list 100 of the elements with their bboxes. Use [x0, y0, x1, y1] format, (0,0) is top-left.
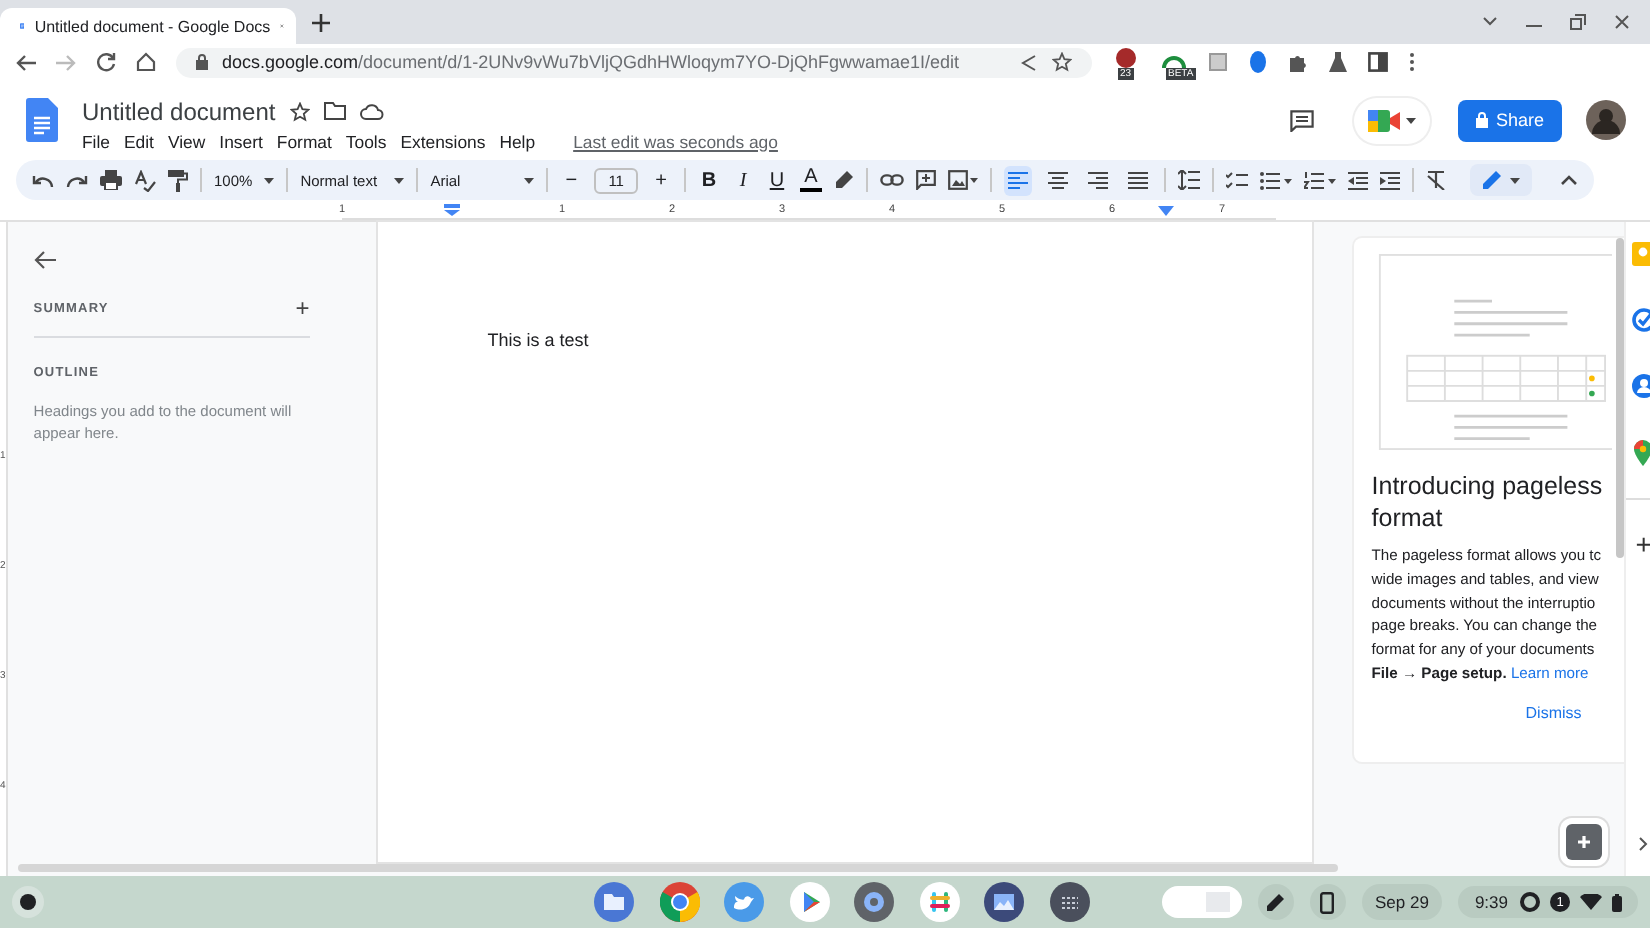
more-icon[interactable]: [1408, 52, 1416, 72]
indent-marker-icon[interactable]: [1158, 206, 1174, 216]
menu-item[interactable]: Extensions: [400, 131, 486, 151]
puzzle-icon[interactable]: [1288, 52, 1308, 72]
menu-item[interactable]: Format: [276, 131, 332, 151]
chevron-down-icon[interactable]: [1482, 16, 1498, 28]
add-addon-button[interactable]: +: [1635, 532, 1650, 556]
menu-item[interactable]: View: [167, 131, 206, 151]
image-icon[interactable]: [947, 170, 978, 190]
address-field[interactable]: docs.google.com/document/d/1-2UNv9vWu7bVljQGdhHWloqym7YO-DjQhFgwwamae1I/edit: [176, 47, 1092, 77]
line-spacing-icon[interactable]: [1177, 170, 1200, 190]
link-icon[interactable]: [879, 174, 904, 186]
avatar[interactable]: [1586, 100, 1626, 140]
new-tab-icon[interactable]: [312, 13, 330, 31]
contacts-icon[interactable]: [1631, 374, 1650, 398]
menu-item[interactable]: Edit: [124, 131, 154, 151]
browser-tab[interactable]: Untitled document - Google Docs: [0, 8, 296, 44]
docs-logo-icon[interactable]: [26, 98, 58, 142]
add-comment-button[interactable]: [1565, 824, 1602, 860]
app-icon[interactable]: [1049, 882, 1089, 922]
add-comment-icon[interactable]: [915, 170, 936, 190]
caret-icon: [1406, 117, 1416, 123]
collapse-icon[interactable]: [1559, 174, 1578, 186]
files-icon[interactable]: [594, 882, 634, 922]
pen-icon: [1266, 893, 1284, 911]
chrome-icon[interactable]: [659, 882, 699, 922]
comment-icon[interactable]: [1290, 109, 1314, 131]
folder-icon[interactable]: [323, 102, 346, 120]
maximize-icon[interactable]: [1570, 14, 1586, 30]
caret-icon: [1509, 177, 1520, 183]
close-icon[interactable]: [1614, 14, 1630, 30]
scrollbar[interactable]: [17, 864, 1338, 872]
photo-icon[interactable]: [984, 882, 1024, 922]
checklist-icon[interactable]: [1225, 171, 1248, 189]
tab-title: Untitled document - Google Docs: [34, 17, 271, 35]
settings-icon[interactable]: [854, 882, 894, 922]
document-title[interactable]: Untitled document: [82, 97, 276, 125]
back-icon[interactable]: [16, 53, 36, 71]
star-icon[interactable]: [289, 101, 310, 121]
menu-item[interactable]: Insert: [219, 131, 263, 151]
promo-title: Introducing pageless format: [1371, 470, 1605, 534]
settings-icon: [1520, 892, 1540, 912]
menu-item[interactable]: Help: [499, 131, 536, 151]
phone-hub-button[interactable]: [1309, 884, 1345, 920]
side-panel-icon[interactable]: [1368, 52, 1388, 72]
print-icon[interactable]: [100, 170, 122, 190]
bird-icon[interactable]: [724, 882, 764, 922]
tasks-icon[interactable]: [1631, 308, 1650, 332]
dismiss-button[interactable]: Dismiss: [1525, 703, 1582, 722]
chevron-right-icon[interactable]: [1638, 836, 1649, 852]
extension-icon[interactable]: [1248, 50, 1268, 74]
spellcheck-icon[interactable]: [134, 169, 156, 191]
italic-button[interactable]: I: [731, 169, 754, 191]
caret-icon: [264, 177, 275, 183]
decrease-indent-icon[interactable]: [1347, 171, 1368, 189]
stylus-button[interactable]: [1257, 884, 1293, 920]
increase-indent-icon[interactable]: [1379, 171, 1400, 189]
underline-button[interactable]: U: [765, 169, 788, 191]
pencil-icon: [1481, 170, 1502, 190]
hash-icon[interactable]: [919, 882, 959, 922]
numbered-list-icon[interactable]: [1303, 171, 1336, 189]
launcher-button[interactable]: [12, 886, 44, 918]
share-icon[interactable]: [1020, 53, 1038, 71]
play-icon[interactable]: [789, 882, 829, 922]
scrollbar[interactable]: [1615, 238, 1624, 558]
share-button[interactable]: Share: [1458, 99, 1562, 141]
clear-formatting-icon[interactable]: [1425, 170, 1446, 190]
map-pin-icon[interactable]: [1634, 440, 1650, 466]
document-page[interactable]: This is a test: [377, 222, 1312, 862]
increase-size-button[interactable]: +: [649, 169, 672, 191]
paint-format-icon[interactable]: [168, 169, 188, 191]
extension-icon[interactable]: [1114, 48, 1138, 72]
wifi-icon: [1580, 894, 1602, 910]
redo-icon[interactable]: [66, 173, 88, 187]
caret-icon: [524, 177, 535, 183]
bulleted-list-icon[interactable]: [1259, 171, 1292, 189]
caret-icon: [394, 177, 405, 183]
back-icon[interactable]: [33, 250, 56, 270]
meet-button[interactable]: [1354, 97, 1430, 143]
last-edit-link[interactable]: Last edit was seconds ago: [573, 131, 778, 151]
indent-marker-icon[interactable]: [444, 204, 460, 216]
text-color-button[interactable]: A: [799, 168, 822, 192]
decrease-size-button[interactable]: −: [560, 169, 583, 191]
add-summary-button[interactable]: +: [295, 298, 310, 318]
plus-icon: [1573, 832, 1594, 852]
undo-icon[interactable]: [32, 173, 54, 187]
cloud-icon[interactable]: [359, 102, 384, 120]
flask-icon[interactable]: [1328, 52, 1348, 72]
align-button[interactable]: [1003, 165, 1032, 195]
battery-icon: [1612, 893, 1622, 911]
phone-icon: [1320, 891, 1334, 913]
star-icon[interactable]: [1052, 52, 1072, 72]
bold-button[interactable]: B: [697, 169, 720, 191]
menu-item[interactable]: File: [82, 131, 110, 151]
menu-item[interactable]: Tools: [345, 131, 387, 151]
home-icon[interactable]: [136, 52, 156, 72]
date-button[interactable]: Sep 29: [1361, 884, 1443, 920]
editing-mode-button[interactable]: [1469, 164, 1532, 196]
highlighter-icon[interactable]: [833, 170, 854, 190]
reload-icon[interactable]: [96, 52, 116, 72]
